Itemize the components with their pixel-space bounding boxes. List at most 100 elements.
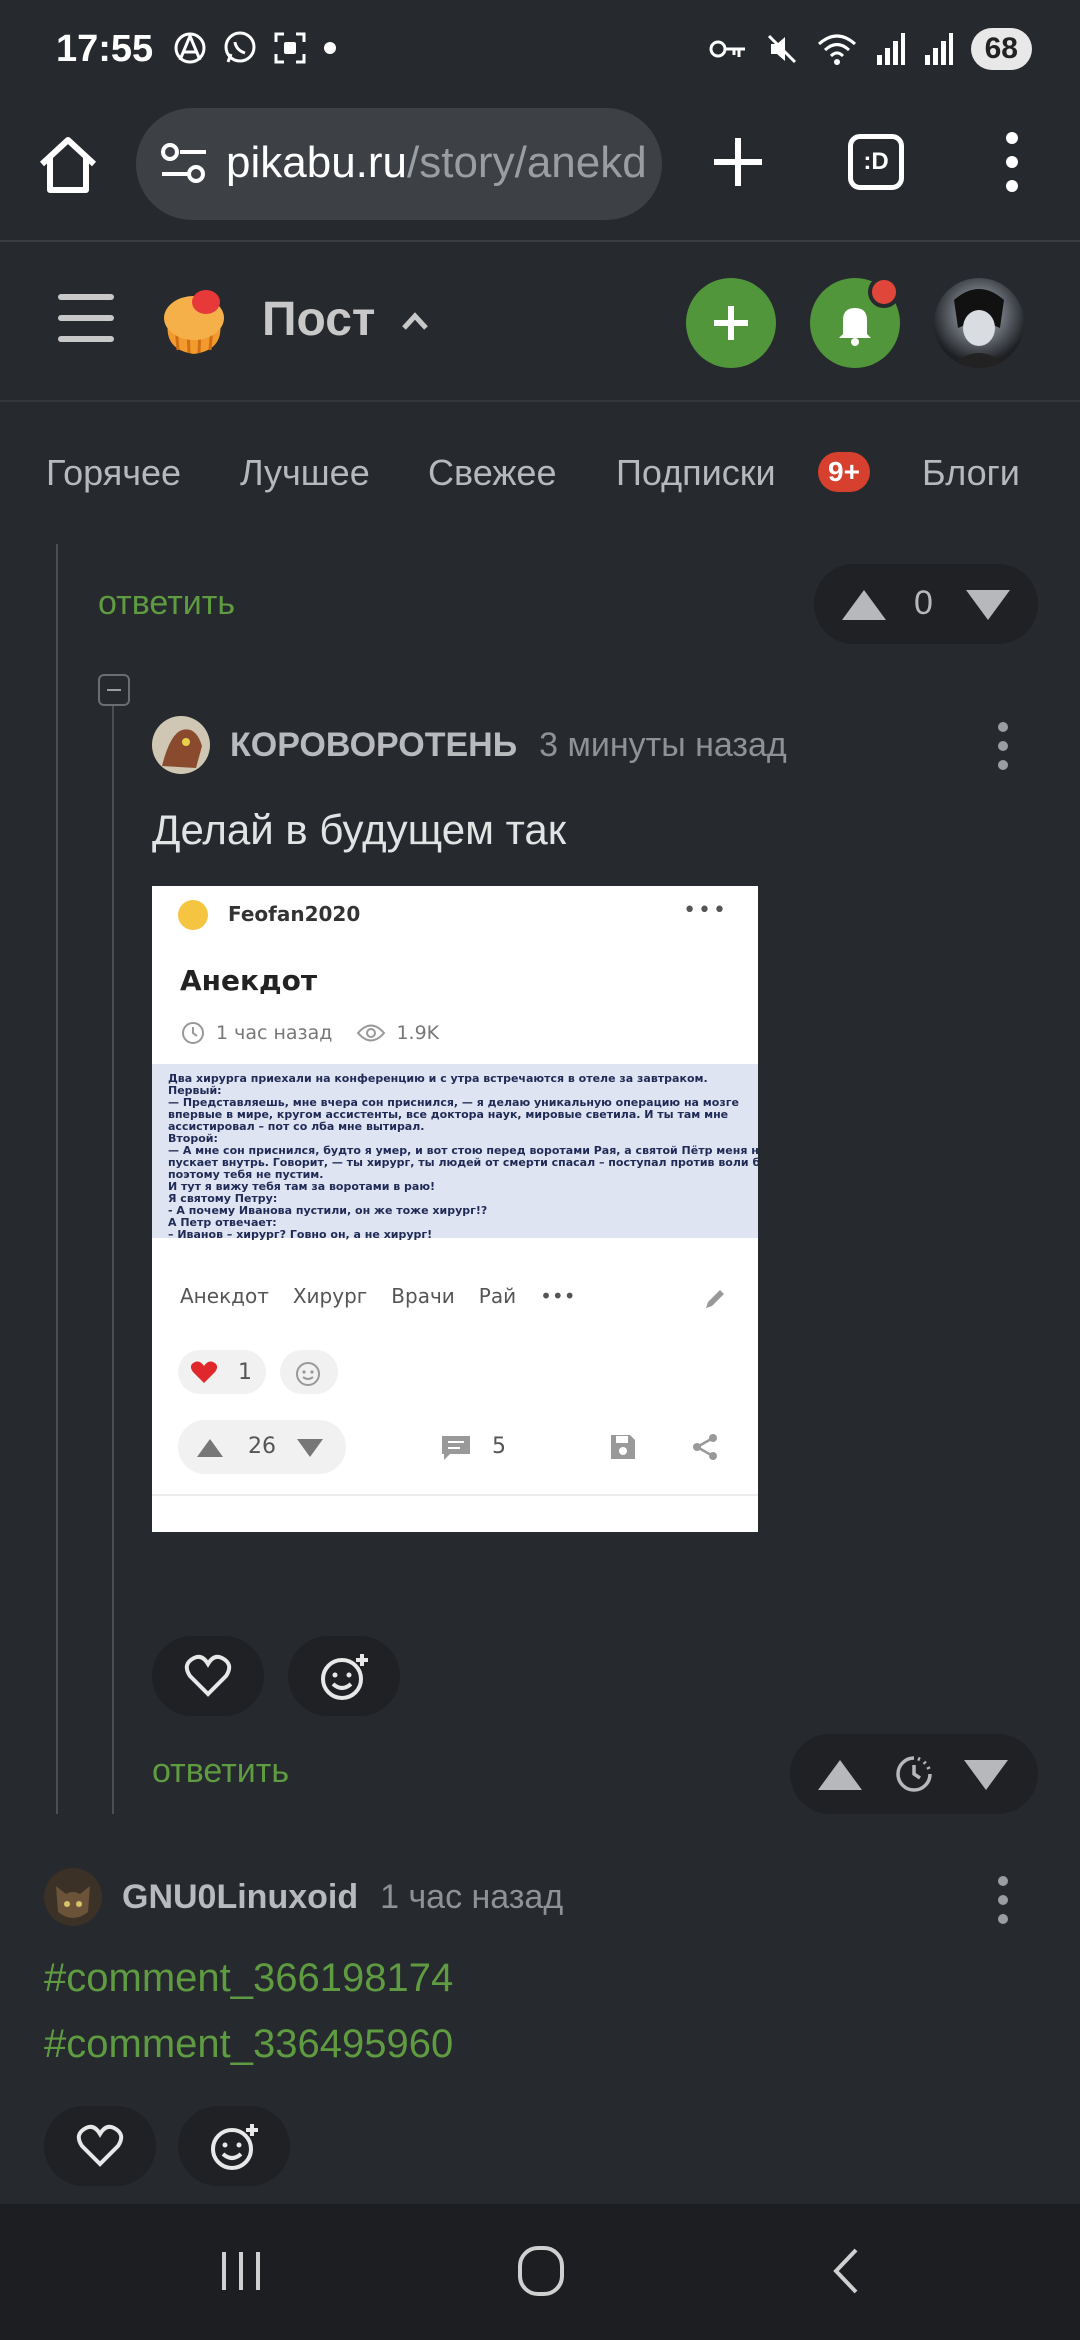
cat-avatar-icon [44,1868,102,1926]
comment-text: Делай в будущем так [152,806,567,853]
share-icon [693,1434,717,1460]
comment-author[interactable]: КОРОВОРОТЕНЬ [230,726,517,765]
mute-icon [767,34,796,64]
subscriptions-badge: 9+ [818,452,870,492]
upvote-icon[interactable] [816,1758,864,1792]
url-bar[interactable]: pikabu.ru/story/anekd [136,108,662,220]
new-tab-icon[interactable] [708,132,768,192]
upvote-icon[interactable] [840,588,888,622]
collapse-thread-button[interactable] [98,674,130,706]
pikabu-logo-icon[interactable] [154,280,234,360]
url-domain: pikabu.ru [226,138,408,187]
comment-menu-icon[interactable] [998,1876,1010,1924]
tab-blogs[interactable]: Блоги [922,452,1020,494]
comment-bubble-icon [442,1436,470,1460]
category-tabs: Горячее Лучшее Свежее Подписки 9+ Блоги [0,402,1080,544]
author-emoji-icon [178,900,208,930]
comment-time[interactable]: 3 минуты назад [539,726,787,765]
clock-icon [182,1022,204,1044]
url-text[interactable]: pikabu.ru/story/anekd [226,138,646,188]
comment-header: КОРОВОРОТЕНЬ 3 минуты назад [152,716,787,774]
comment-author[interactable]: GNU0Linuxoid [122,1878,358,1917]
site-settings-icon[interactable] [160,142,208,186]
image-vote-control: 26 [178,1420,346,1474]
hamburger-menu-icon[interactable] [58,294,114,344]
comment-menu-icon[interactable] [998,722,1010,770]
avatar[interactable] [152,716,210,774]
home-icon[interactable] [36,134,100,198]
image-tag-more: ••• [540,1284,576,1308]
image-post-tags: Анекдот Хирург Врачи Рай ••• [180,1284,576,1308]
tab-subscriptions[interactable]: Подписки [616,452,776,494]
smile-plus-icon [211,2124,258,2170]
home-nav-icon[interactable] [516,2244,566,2298]
image-more-icon: ••• [683,898,728,923]
image-rating: 26 [248,1434,276,1459]
comment-vote-control: 0 [814,564,1038,644]
like-button[interactable] [44,2106,156,2186]
smile-plus-icon [296,1362,320,1386]
chevron-up-icon[interactable] [398,304,432,338]
image-tag: Анекдот [180,1284,269,1308]
image-like-reaction: 1 [178,1350,266,1394]
tab-switcher-button[interactable]: :D [848,134,904,190]
image-post-author: Feofan2020 [228,902,361,926]
vote-count: 0 [914,584,933,622]
dot-icon [324,42,336,54]
heart-icon [190,1361,218,1383]
dragon-avatar-icon [152,716,210,774]
status-time: 17:55 [56,28,154,70]
comment-image[interactable]: Feofan2020 ••• Анекдот 1 час назад 1.9K … [152,886,758,1532]
browser-toolbar: pikabu.ru/story/anekd :D [0,100,1080,242]
screenshot-icon [274,32,306,64]
image-post-text: Два хирурга приехали на конференцию и с … [152,1064,758,1241]
back-icon[interactable] [826,2246,866,2296]
add-reaction-button[interactable] [178,2106,290,2186]
like-button[interactable] [152,1636,264,1716]
image-comments-count: 5 [492,1434,506,1459]
avatar[interactable] [44,1868,102,1926]
image-text-line: Два хирурга приехали на конференцию и с … [168,1072,708,1085]
reply-link[interactable]: ответить [152,1752,289,1791]
tab-hot[interactable]: Горячее [46,452,181,494]
tab-fresh[interactable]: Свежее [428,452,556,494]
heart-icon [76,2124,124,2167]
comment-anchor-link[interactable]: #comment_366198174 [44,1956,453,2001]
smile-plus-icon [321,1654,368,1700]
signal-icon [876,33,905,65]
image-post-meta: 1 час назад 1.9K [180,1020,439,1046]
site-header: Пост [0,242,1080,402]
notification-dot [868,276,900,308]
avatar-figure-icon [949,289,1009,368]
page-title[interactable]: Пост [262,292,375,347]
plus-icon [714,306,748,340]
image-like-count: 1 [238,1360,252,1385]
thread-line[interactable] [112,704,114,1814]
upvote-icon [197,1439,223,1457]
downvote-icon[interactable] [964,588,1012,622]
browser-menu-icon[interactable] [994,130,1030,194]
add-reaction-button[interactable] [288,1636,400,1716]
tab-best[interactable]: Лучшее [240,452,370,494]
url-path: /story/anekd [407,138,646,187]
user-avatar[interactable] [934,278,1024,368]
image-divider [152,1494,758,1496]
notifications-button[interactable] [810,276,900,368]
recent-apps-icon[interactable] [216,2246,266,2296]
image-tag: Хирург [292,1284,368,1308]
image-post-views: 1.9K [396,1022,440,1044]
comment-header: GNU0Linuxoid 1 час назад [44,1868,563,1926]
reply-link[interactable]: ответить [98,584,235,623]
anarchy-icon [174,32,206,64]
image-tag: Рай [478,1284,517,1308]
pending-timer-icon [896,1756,932,1792]
comment-anchor-link[interactable]: #comment_336495960 [44,2022,453,2067]
image-text-line: – Иванов – хирург? Говно он, а не хирург… [168,1228,433,1241]
thread-line[interactable] [56,544,58,1814]
image-add-reaction [280,1350,338,1394]
system-navigation-bar [0,2204,1080,2340]
downvote-icon[interactable] [962,1758,1010,1792]
comments-section: ответить 0 КОРОВОРОТЕНЬ 3 минуты назад Д… [0,544,1080,2204]
comment-time[interactable]: 1 час назад [380,1878,563,1917]
add-post-button[interactable] [686,278,776,368]
